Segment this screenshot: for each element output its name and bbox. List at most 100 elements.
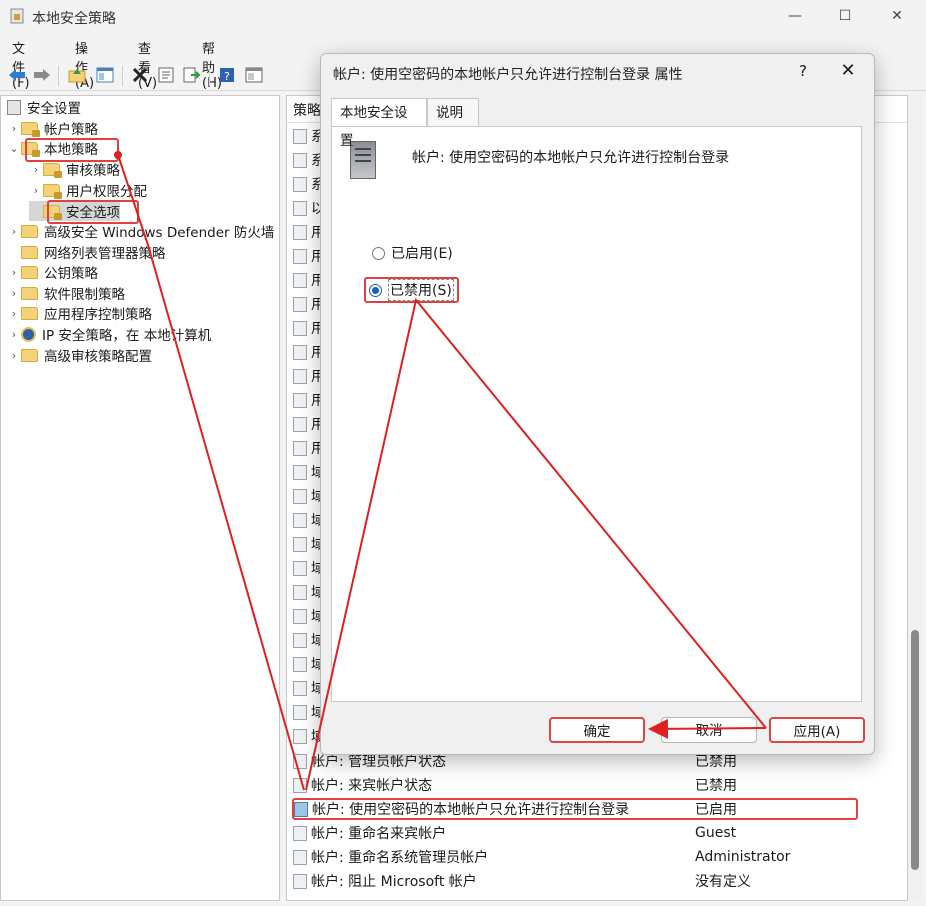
row-policy-name: 帐户: 重命名系统管理员帐户 [311, 850, 489, 866]
tree-item-label: 帐户策略 [44, 122, 98, 138]
tree-item-app-control[interactable]: › 应用程序控制策略 [7, 303, 152, 323]
row-policy-name: 帐户: 使用空密码的本地帐户只允许进行控制台登录 [312, 802, 630, 818]
row-policy-value: 已禁用 [695, 778, 737, 794]
tree-item-public-key[interactable]: › 公钥策略 [7, 262, 98, 282]
highlight-local-policies [25, 138, 119, 162]
ok-button[interactable]: 确定 [549, 717, 645, 743]
apply-button[interactable]: 应用(A) [769, 717, 865, 743]
server-icon [350, 141, 376, 179]
dialog-title: 帐户: 使用空密码的本地帐户只允许进行控制台登录 属性 [333, 67, 683, 83]
tree-item-label: IP 安全策略，在 本地计算机 [42, 328, 212, 344]
chevron-right-icon[interactable]: › [7, 349, 21, 362]
policy-icon [293, 512, 307, 528]
policy-icon [293, 296, 307, 312]
chevron-right-icon[interactable]: › [7, 225, 21, 238]
tree-item-label: 高级安全 Windows Defender 防火墙 [44, 225, 275, 241]
title-bar: 本地安全策略 — ☐ ✕ [0, 0, 926, 32]
folder-icon [21, 245, 38, 259]
policy-icon [293, 728, 307, 744]
maximize-button[interactable]: ☐ [830, 4, 860, 28]
tree-root[interactable]: 安全设置 [7, 97, 81, 117]
tree-item-firewall[interactable]: › 高级安全 Windows Defender 防火墙 [7, 221, 274, 241]
svg-text:?: ? [224, 70, 230, 83]
chevron-right-icon[interactable]: › [7, 328, 21, 341]
toolbar-divider [122, 66, 123, 86]
properties-icon[interactable] [155, 64, 177, 86]
tab-explain[interactable]: 说明 [427, 98, 479, 126]
folder-icon [43, 183, 62, 199]
policy-icon [293, 560, 307, 576]
chevron-right-icon[interactable]: › [7, 266, 21, 279]
properties-dialog: 帐户: 使用空密码的本地帐户只允许进行控制台登录 属性 ? ✕ 本地安全设置 说… [320, 53, 875, 755]
chevron-right-icon[interactable]: › [7, 122, 21, 135]
tree-item-label: 应用程序控制策略 [44, 307, 152, 323]
chevron-right-icon[interactable]: › [29, 184, 43, 197]
up-folder-icon[interactable] [66, 64, 88, 86]
console-icon[interactable] [243, 64, 265, 86]
table-row[interactable]: 帐户: 重命名来宾帐户 Guest [293, 822, 893, 844]
policy-icon [293, 152, 307, 168]
delete-icon[interactable] [129, 64, 151, 86]
toolbar-divider [58, 66, 59, 86]
policy-icon [293, 680, 307, 696]
table-row-selected[interactable]: 帐户: 使用空密码的本地帐户只允许进行控制台登录 已启用 [292, 798, 858, 820]
show-hide-tree-icon[interactable] [94, 64, 116, 86]
tree-item-audit-policy[interactable]: › 审核策略 [29, 159, 120, 179]
radio-disabled-circle[interactable] [369, 283, 382, 297]
back-arrow-icon[interactable] [6, 64, 28, 86]
highlight-security-options [47, 200, 139, 224]
tab-local-security-setting[interactable]: 本地安全设置 [331, 98, 427, 149]
cancel-button[interactable]: 取消 [661, 717, 757, 743]
export-list-icon[interactable] [181, 64, 203, 86]
row-policy-value: Guest [695, 825, 737, 841]
table-row[interactable]: 帐户: 阻止 Microsoft 帐户 没有定义 [293, 870, 893, 892]
radio-enabled-label: 已启用(E) [391, 246, 453, 262]
table-row[interactable]: 帐户: 重命名系统管理员帐户 Administrator [293, 846, 893, 868]
chevron-right-icon[interactable]: › [29, 163, 43, 176]
policy-icon [293, 128, 307, 144]
column-header-policy[interactable]: 策略 [293, 100, 321, 120]
policy-icon [293, 656, 307, 672]
policy-icon [293, 440, 307, 456]
radio-disabled[interactable]: 已禁用(S) [364, 277, 459, 303]
dialog-close-button[interactable]: ✕ [833, 58, 863, 84]
policy-icon [293, 176, 307, 192]
radio-enabled[interactable]: 已启用(E) [372, 242, 453, 264]
folder-icon [21, 265, 38, 279]
row-policy-value: 已启用 [695, 802, 737, 818]
policy-icon [293, 536, 307, 552]
forward-arrow-icon[interactable] [31, 64, 53, 86]
tree-item-ip-security[interactable]: › IP 安全策略，在 本地计算机 [7, 324, 211, 344]
row-policy-value: Administrator [695, 849, 791, 865]
close-button[interactable]: ✕ [882, 4, 912, 28]
policy-icon [293, 392, 307, 408]
policy-icon [293, 849, 307, 865]
help-icon[interactable]: ? [216, 64, 238, 86]
dialog-help-button[interactable]: ? [789, 58, 817, 84]
list-scrollbar[interactable] [908, 95, 922, 901]
chevron-right-icon[interactable]: › [7, 287, 21, 300]
radio-enabled-circle[interactable] [372, 246, 385, 260]
table-row[interactable]: 帐户: 来宾帐户状态 已禁用 [293, 774, 893, 796]
policy-icon [293, 368, 307, 384]
policy-icon [293, 873, 307, 889]
local-security-policy-icon [10, 8, 24, 24]
tree-item-network-list[interactable]: 网络列表管理器策略 [7, 242, 166, 262]
policy-icon [293, 777, 307, 793]
minimize-button[interactable]: — [780, 4, 810, 28]
tree-item-account-policies[interactable]: › 帐户策略 [7, 118, 98, 138]
row-policy-name: 帐户: 重命名来宾帐户 [311, 826, 447, 842]
chevron-right-icon[interactable]: › [7, 307, 21, 320]
radio-disabled-label: 已禁用(S) [388, 279, 454, 301]
chevron-down-icon[interactable]: ⌄ [7, 142, 21, 155]
scrollbar-thumb[interactable] [911, 630, 919, 870]
policy-icon [293, 584, 307, 600]
tree-item-advanced-audit[interactable]: › 高级审核策略配置 [7, 345, 152, 365]
tree-item-software-restriction[interactable]: › 软件限制策略 [7, 283, 125, 303]
policy-icon [293, 200, 307, 216]
tree-item-label: 用户权限分配 [66, 184, 147, 200]
policy-icon [293, 344, 307, 360]
policy-icon [293, 488, 307, 504]
tree-item-user-rights[interactable]: › 用户权限分配 [29, 180, 147, 200]
folder-icon [21, 306, 38, 320]
